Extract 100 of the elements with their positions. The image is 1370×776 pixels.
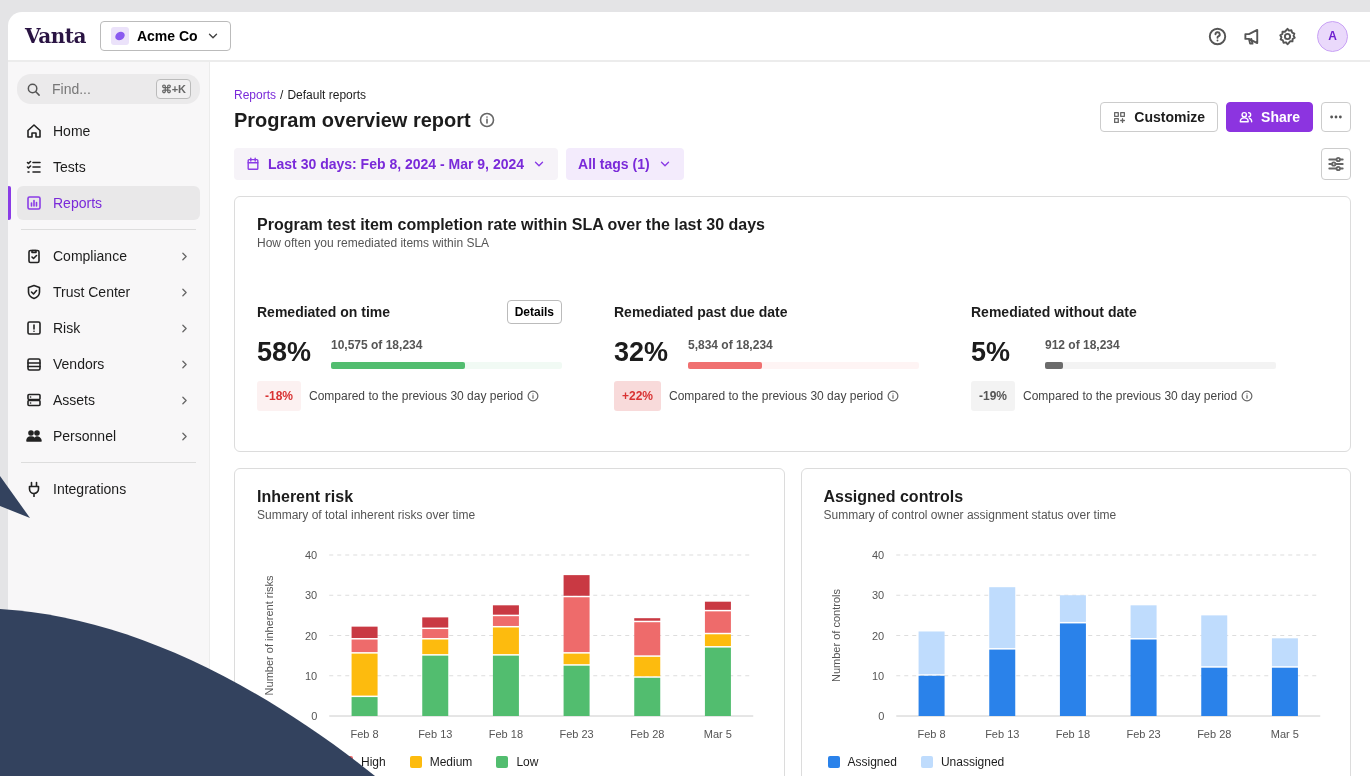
bar (918, 631, 945, 675)
sidebar-item[interactable]: Assets (17, 383, 200, 417)
card-title: Program test item completion rate within SLA over the last 30 days (257, 215, 766, 235)
plug-icon (26, 481, 42, 497)
people-icon (1239, 110, 1254, 124)
breadcrumb-link[interactable]: Reports (234, 86, 277, 104)
sidebar-item[interactable]: Risk (17, 311, 200, 345)
bar (422, 617, 449, 628)
axis-tick-label: 0 (877, 709, 884, 722)
bar (492, 605, 519, 615)
date-range-filter[interactable]: Last 30 days: Feb 8, 2024 - Mar 9, 2024 (234, 148, 559, 180)
axis-tick-label: 10 (871, 669, 884, 682)
metric-count: 912 of 18,234 (1045, 336, 1121, 354)
people-icon (26, 428, 42, 444)
customize-button[interactable]: Customize (1100, 102, 1219, 132)
legend-label: Unassigned (940, 753, 1005, 771)
calendar-icon (246, 157, 260, 171)
legend-label: High (361, 753, 386, 771)
axis-tick-label: 40 (305, 548, 318, 561)
bar (918, 675, 945, 716)
sidebar-item[interactable]: Compliance (17, 239, 200, 273)
axis-title: Number of inherent risks (263, 575, 276, 696)
comparison-note: Compared to the previous 30 day period (669, 387, 884, 405)
axis-tick-label: Feb 28 (630, 727, 665, 740)
bar-chart-icon (26, 195, 42, 211)
axis-tick-label: Mar 5 (1270, 727, 1299, 740)
breadcrumb-current: Default reports (287, 87, 367, 104)
info-icon (478, 112, 495, 128)
breadcrumb-separator: / (280, 87, 284, 104)
legend-label: Medium (429, 753, 473, 771)
metric-percent: 32% (614, 336, 670, 370)
card-title: Inherent risk (257, 486, 355, 506)
info-icon (887, 389, 900, 402)
metric-percent: 5% (971, 336, 1012, 370)
details-button[interactable]: Details (506, 300, 562, 325)
shield-check-icon (26, 284, 42, 300)
share-button[interactable]: Share (1226, 102, 1313, 132)
page-title: Program overview report (234, 108, 471, 132)
bar (1200, 615, 1227, 667)
axis-tick-label: Feb 23 (1125, 727, 1161, 740)
metric-label: Remediated on time (257, 302, 391, 322)
server-icon (26, 392, 42, 408)
legend-label: Assigned (847, 753, 897, 771)
metric-label: Remediated past due date (614, 302, 788, 322)
sidebar-item[interactable]: Integrations (17, 472, 200, 506)
search-bar[interactable]: Find... ⌘+K (17, 74, 200, 104)
help-icon[interactable] (1208, 26, 1227, 46)
metric-percent: 58% (257, 336, 313, 370)
axis-tick-label: 40 (871, 548, 884, 561)
alert-square-icon (26, 320, 42, 336)
comparison-note: Compared to the previous 30 day period (1023, 387, 1238, 405)
sidebar-item[interactable]: Vendors (17, 347, 200, 381)
sidebar-item[interactable]: Trust Center (17, 275, 200, 309)
avatar[interactable]: A (1317, 20, 1348, 52)
axis-title: Number of controls (829, 588, 842, 682)
home-icon (26, 123, 42, 139)
card-title: Assigned controls (823, 486, 965, 506)
search-icon (26, 81, 41, 97)
settings-icon[interactable] (1278, 26, 1297, 46)
legend-label: Low (516, 753, 539, 771)
checklist-icon (26, 159, 42, 175)
org-icon (110, 27, 129, 45)
sidebar-item[interactable]: Personnel (17, 419, 200, 453)
axis-tick-label: 30 (305, 589, 318, 602)
filter-settings-button[interactable] (1321, 148, 1351, 180)
axis-tick-label: 30 (871, 589, 884, 602)
logo[interactable]: Vanta (25, 21, 86, 51)
bar (988, 649, 1015, 716)
axis-tick-label: Mar 5 (703, 727, 732, 740)
axis-tick-label: Feb 13 (418, 727, 453, 740)
axis-tick-label: Feb 28 (1196, 727, 1231, 740)
info-icon (1241, 389, 1254, 402)
org-selector[interactable]: Acme Co (99, 21, 231, 51)
axis-tick-label: Feb 8 (917, 727, 946, 740)
axis-tick-label: 20 (871, 629, 884, 642)
metric-count: 10,575 of 18,234 (331, 336, 424, 354)
card-subtitle: Summary of total inherent risks over time (257, 506, 477, 524)
delta-badge: -19% (971, 380, 1015, 411)
bar (351, 626, 378, 638)
tags-filter[interactable]: All tags (1) (566, 148, 684, 180)
clipboard-check-icon (26, 248, 42, 264)
axis-tick-label: 10 (305, 669, 318, 682)
sidebar-item[interactable]: Tests (17, 150, 200, 184)
sidebar-item[interactable]: Home (17, 114, 200, 148)
axis-tick-label: Feb 18 (488, 727, 524, 740)
bar (1200, 667, 1227, 716)
shortcut-key: ⌘+K (155, 78, 191, 100)
bar (988, 587, 1015, 648)
search-field[interactable]: Find... (50, 77, 147, 101)
card-subtitle: Summary of control owner assignment status over time (823, 506, 1118, 524)
delta-badge: -18% (257, 380, 301, 411)
card-subtitle: How often you remediated items within SLA (257, 235, 491, 253)
metric-label: Remediated without date (971, 302, 1137, 322)
comparison-note: Compared to the previous 30 day period (309, 387, 524, 405)
sliders-icon (1327, 155, 1345, 173)
metric-count: 5,834 of 18,234 (688, 336, 774, 354)
axis-tick-label: 20 (305, 629, 318, 642)
axis-tick-label: Feb 13 (984, 727, 1019, 740)
axis-tick-label: 0 (311, 709, 318, 722)
delta-badge: +22% (614, 380, 662, 411)
